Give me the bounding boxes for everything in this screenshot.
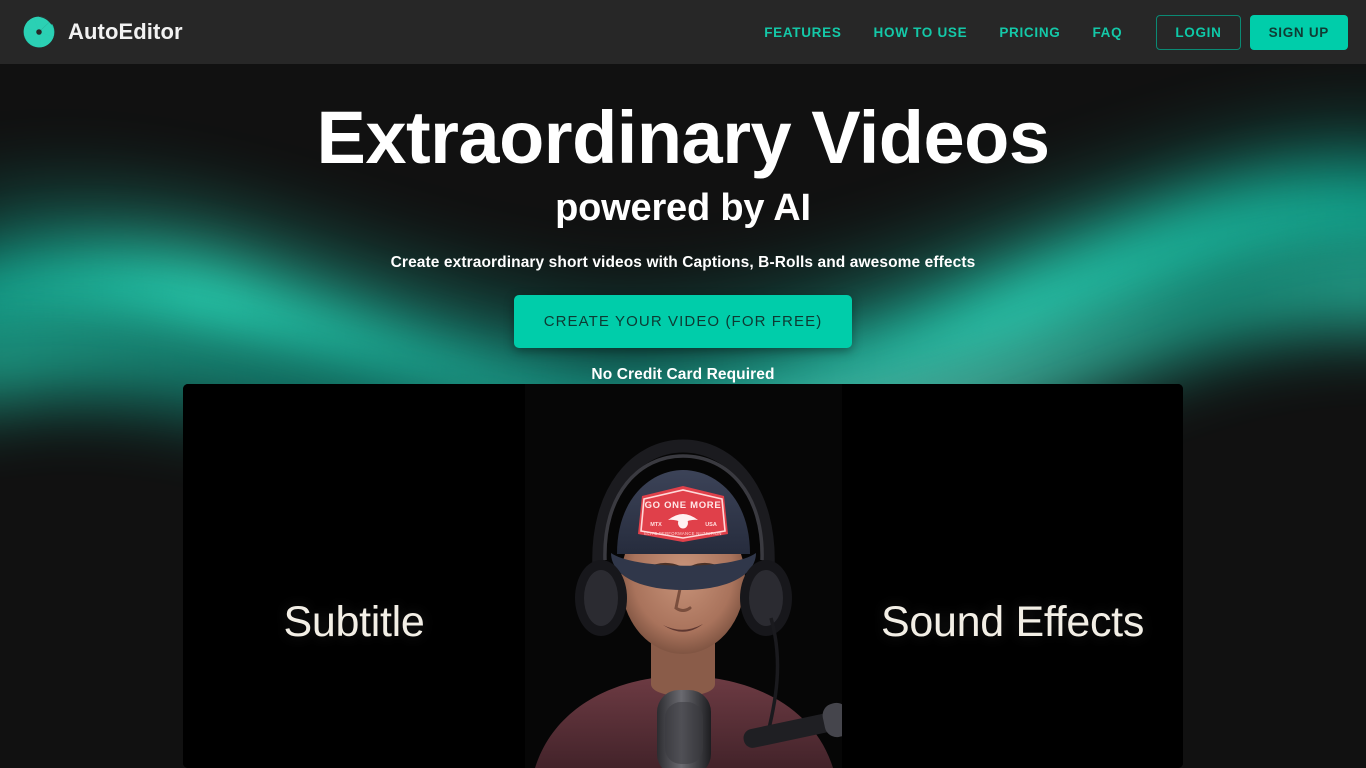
- brand-logo[interactable]: AutoEditor: [22, 15, 183, 49]
- nav-item-faq[interactable]: FAQ: [1076, 25, 1138, 40]
- login-button[interactable]: LOGIN: [1156, 14, 1241, 50]
- sound-effects-panel: Sound Effects: [842, 384, 1183, 768]
- brand-name: AutoEditor: [68, 19, 183, 44]
- hero-subhead: powered by AI: [555, 187, 811, 230]
- svg-text:ELITE PERFORMANCE NUTRITION: ELITE PERFORMANCE NUTRITION: [644, 531, 721, 536]
- subtitle-panel: Subtitle: [183, 384, 525, 768]
- video-showcase[interactable]: Subtitle GO ONE MORE MTX USA ELITE PERFO…: [183, 384, 1183, 768]
- svg-text:MTX: MTX: [650, 522, 662, 528]
- video-player-preview[interactable]: GO ONE MORE MTX USA ELITE PERFORMANCE NU…: [525, 384, 842, 768]
- no-credit-card-note: No Credit Card Required: [591, 366, 775, 384]
- cap-patch: GO ONE MORE MTX USA ELITE PERFORMANCE NU…: [638, 486, 728, 542]
- create-video-button[interactable]: CREATE YOUR VIDEO (FOR FREE): [513, 295, 853, 349]
- podcast-speaker-frame: GO ONE MORE MTX USA ELITE PERFORMANCE NU…: [525, 384, 842, 768]
- signup-button[interactable]: SIGN UP: [1249, 14, 1348, 50]
- svg-text:GO ONE MORE: GO ONE MORE: [645, 500, 722, 511]
- nav-item-pricing[interactable]: PRICING: [983, 25, 1076, 40]
- hero-content: Extraordinary Videos powered by AI Creat…: [0, 100, 1366, 384]
- hero-section: Extraordinary Videos powered by AI Creat…: [0, 64, 1366, 768]
- aperture-icon: [22, 15, 56, 49]
- hero-headline: Extraordinary Videos: [316, 96, 1050, 179]
- subtitle-overlay-label: Subtitle: [283, 597, 425, 646]
- svg-text:USA: USA: [705, 522, 717, 528]
- hero-tagline: Create extraordinary short videos with C…: [390, 254, 976, 272]
- nav-item-how-to-use[interactable]: HOW TO USE: [858, 25, 984, 40]
- nav-item-features[interactable]: FEATURES: [748, 25, 857, 40]
- cta-container: CREATE YOUR VIDEO (FOR FREE): [0, 295, 1366, 349]
- main-nav: FEATURES HOW TO USE PRICING FAQ LOGIN SI…: [748, 14, 1348, 50]
- sound-effects-overlay-label: Sound Effects: [880, 597, 1145, 646]
- site-header: AutoEditor FEATURES HOW TO USE PRICING F…: [0, 0, 1366, 64]
